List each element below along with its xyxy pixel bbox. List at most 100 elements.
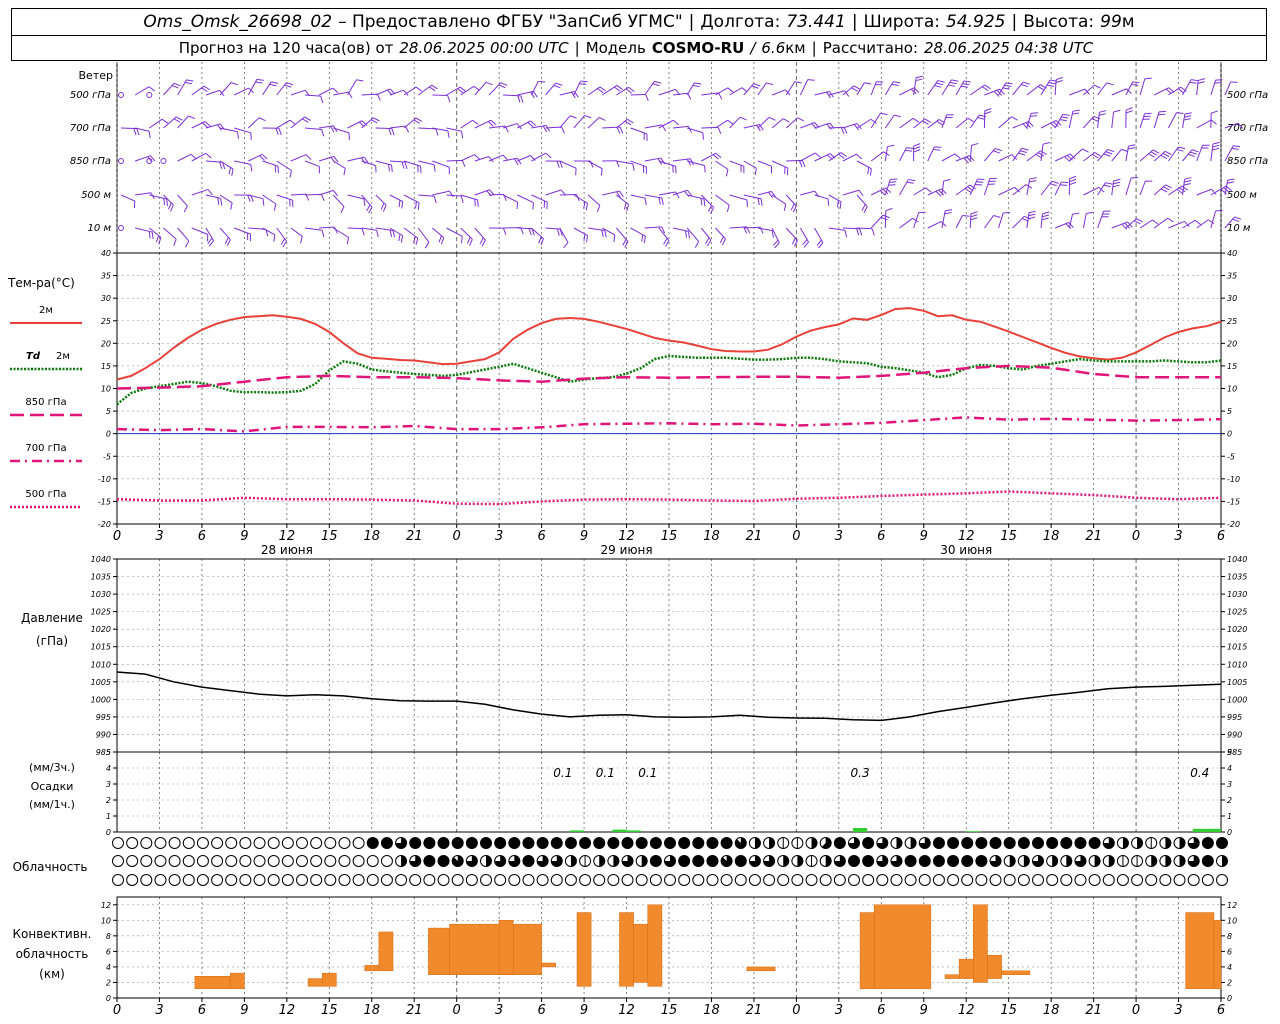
- wind-barb-shaft: [276, 82, 287, 96]
- wind-barb-icon: [927, 80, 945, 96]
- wind-barb-shaft: [1097, 82, 1108, 96]
- wind-barb-icon: [531, 80, 546, 96]
- wind-barb-feather: [1042, 142, 1050, 145]
- wind-barb-shaft: [389, 125, 406, 129]
- wind-barb-icon: [955, 215, 970, 229]
- convective-title-2: облачность: [16, 947, 89, 961]
- cloud-cover-fill: [1023, 855, 1030, 867]
- wind-barb-feather: [791, 237, 796, 245]
- cloud-cover-circle: [465, 837, 478, 849]
- cloud-cover-icon: [763, 855, 776, 867]
- y-tick-label: -10: [98, 475, 111, 484]
- calm-wind-icon: [118, 158, 124, 164]
- wind-barb-feather: [461, 160, 466, 168]
- wind-barb-icon: [262, 81, 279, 96]
- wind-barb-feather: [429, 86, 436, 92]
- wind-barb-feather: [807, 79, 815, 81]
- wind-barb-shaft: [884, 179, 891, 196]
- wind-barb-icon: [1139, 77, 1152, 96]
- wind-barb-feather: [273, 234, 276, 242]
- cloud-cover-circle: [579, 837, 592, 849]
- wind-barb-feather: [954, 153, 961, 159]
- wind-barb-shaft: [418, 194, 435, 197]
- cloud-cover-circle: [196, 837, 209, 849]
- wind-barb-feather: [1125, 110, 1133, 114]
- wind-barb-icon: [1153, 110, 1167, 129]
- wind-barb-icon: [884, 144, 895, 162]
- wind-barb-icon: [403, 117, 423, 129]
- cloud-cover-circle: [1074, 837, 1087, 849]
- wind-barb-icon: [474, 227, 486, 247]
- wind-barb-feather: [739, 116, 747, 121]
- y-tick-label: -5: [103, 452, 111, 461]
- wind-barb-feather: [1028, 216, 1036, 220]
- cloud-cover-icon: [267, 837, 280, 849]
- wind-barb-shaft: [332, 194, 345, 207]
- wind-barb-icon: [700, 227, 712, 247]
- wind-barb-feather: [871, 228, 875, 236]
- wind-barb-icon: [304, 160, 320, 174]
- wind-barb-feather: [1197, 81, 1205, 84]
- x-tick-label: 12: [618, 1003, 635, 1018]
- cloud-cover-icon: [126, 874, 139, 886]
- cloud-cover-icon: [579, 837, 592, 849]
- y-tick-label: 0: [106, 430, 111, 439]
- cloud-cover-circle: [508, 837, 521, 849]
- cloud-cover-icon: [480, 855, 492, 867]
- wind-barb-shaft: [1097, 182, 1106, 196]
- wind-barb-feather: [1162, 186, 1170, 191]
- wind-barb-shaft: [1111, 180, 1115, 196]
- wind-barb-feather: [836, 200, 839, 208]
- wind-barb-icon: [262, 127, 282, 135]
- cloud-cover-circle: [621, 837, 634, 849]
- cloud-cover-circle: [253, 874, 266, 886]
- cloud-cover-circle: [989, 837, 1002, 849]
- cloud-cover-circle: [593, 874, 606, 886]
- wind-barb-icon: [219, 194, 233, 210]
- wind-barb-feather: [1226, 181, 1235, 184]
- wind-barb-feather: [460, 236, 463, 244]
- wind-barb-feather: [962, 83, 970, 86]
- wind-barb-feather: [538, 236, 542, 244]
- wind-barb-feather: [703, 198, 706, 207]
- cloud-cover-circle: [706, 855, 719, 867]
- cloud-cover-circle: [239, 874, 252, 886]
- wind-barb-feather: [1091, 118, 1099, 122]
- wind-barb-shaft: [276, 119, 291, 129]
- cloud-cover-icon: [692, 855, 705, 867]
- cloud-cover-icon: [352, 855, 365, 867]
- cloud-cover-icon: [536, 855, 549, 867]
- wind-barb-shaft: [347, 79, 357, 96]
- precipitation-bar: [626, 830, 641, 832]
- wind-barb-feather: [401, 201, 404, 209]
- convective-cloud-bar: [1185, 912, 1215, 989]
- wind-barb-shaft: [1083, 186, 1100, 196]
- cloud-cover-circle: [281, 837, 294, 849]
- wind-barb-feather: [1059, 184, 1068, 186]
- wind-barb-shaft: [856, 118, 872, 129]
- cloud-cover-icon: [848, 837, 860, 849]
- wind-barb-feather: [498, 84, 506, 89]
- cloud-cover-icon: [975, 874, 988, 886]
- wind-barb-icon: [1210, 141, 1220, 162]
- wind-barb-shaft: [672, 125, 689, 129]
- cloud-cover-fill: [1222, 855, 1228, 867]
- wind-barb-icon: [120, 127, 140, 136]
- cloud-cover-circle: [1017, 837, 1030, 849]
- wind-barb-icon: [602, 190, 624, 198]
- wind-barb-feather: [706, 239, 712, 247]
- wind-barb-feather: [1162, 152, 1170, 158]
- wind-barb-shaft: [446, 86, 461, 96]
- cloud-cover-icon: [409, 837, 422, 849]
- cloud-cover-icon: [296, 855, 308, 867]
- wind-barb-icon: [177, 79, 194, 96]
- cloud-cover-fill: [1066, 855, 1072, 867]
- y-tick-label: 0: [1227, 430, 1232, 439]
- wind-barb-shaft: [163, 227, 177, 240]
- cloud-cover-fill: [486, 855, 492, 867]
- cloud-cover-icon: [154, 874, 167, 886]
- wind-barb-icon: [1196, 78, 1206, 96]
- precipitation-value-label: 0.1: [638, 766, 657, 780]
- cloud-cover-icon: [380, 855, 393, 867]
- wind-barb-icon: [1182, 112, 1192, 129]
